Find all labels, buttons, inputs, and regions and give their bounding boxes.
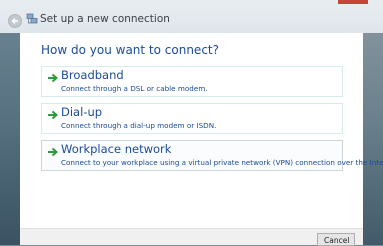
wizard-content: How do you want to connect? Broadband Co… bbox=[20, 33, 383, 228]
option-title: Broadband bbox=[61, 68, 124, 82]
back-arrow-icon bbox=[11, 18, 18, 24]
option-description: Connect to your workplace using a virtua… bbox=[61, 158, 383, 167]
option-broadband[interactable]: Broadband Connect through a DSL or cable… bbox=[41, 66, 343, 97]
network-icon bbox=[26, 13, 38, 24]
option-dial-up[interactable]: Dial-up Connect through a dial-up modem … bbox=[41, 103, 343, 134]
close-button[interactable] bbox=[338, 0, 368, 4]
option-title: Dial-up bbox=[61, 105, 103, 119]
window-right-background bbox=[363, 0, 383, 245]
option-workplace-network[interactable]: Workplace network Connect to your workpl… bbox=[41, 140, 383, 171]
option-description: Connect through a DSL or cable modem. bbox=[61, 84, 208, 93]
connection-wizard-window: Set up a new connection How do you want … bbox=[0, 0, 383, 246]
green-arrow-icon bbox=[48, 110, 59, 120]
back-button[interactable] bbox=[8, 14, 22, 28]
wizard-footer: Cancel bbox=[20, 228, 363, 246]
cancel-button[interactable]: Cancel bbox=[317, 233, 355, 246]
window-left-background bbox=[0, 0, 20, 245]
green-arrow-icon bbox=[48, 73, 59, 83]
option-description: Connect through a dial-up modem or ISDN. bbox=[61, 121, 217, 130]
window-title: Set up a new connection bbox=[40, 13, 170, 25]
green-arrow-icon bbox=[48, 147, 59, 157]
page-heading: How do you want to connect? bbox=[41, 43, 219, 57]
title-bar: Set up a new connection bbox=[0, 0, 383, 33]
option-title: Workplace network bbox=[61, 142, 172, 156]
